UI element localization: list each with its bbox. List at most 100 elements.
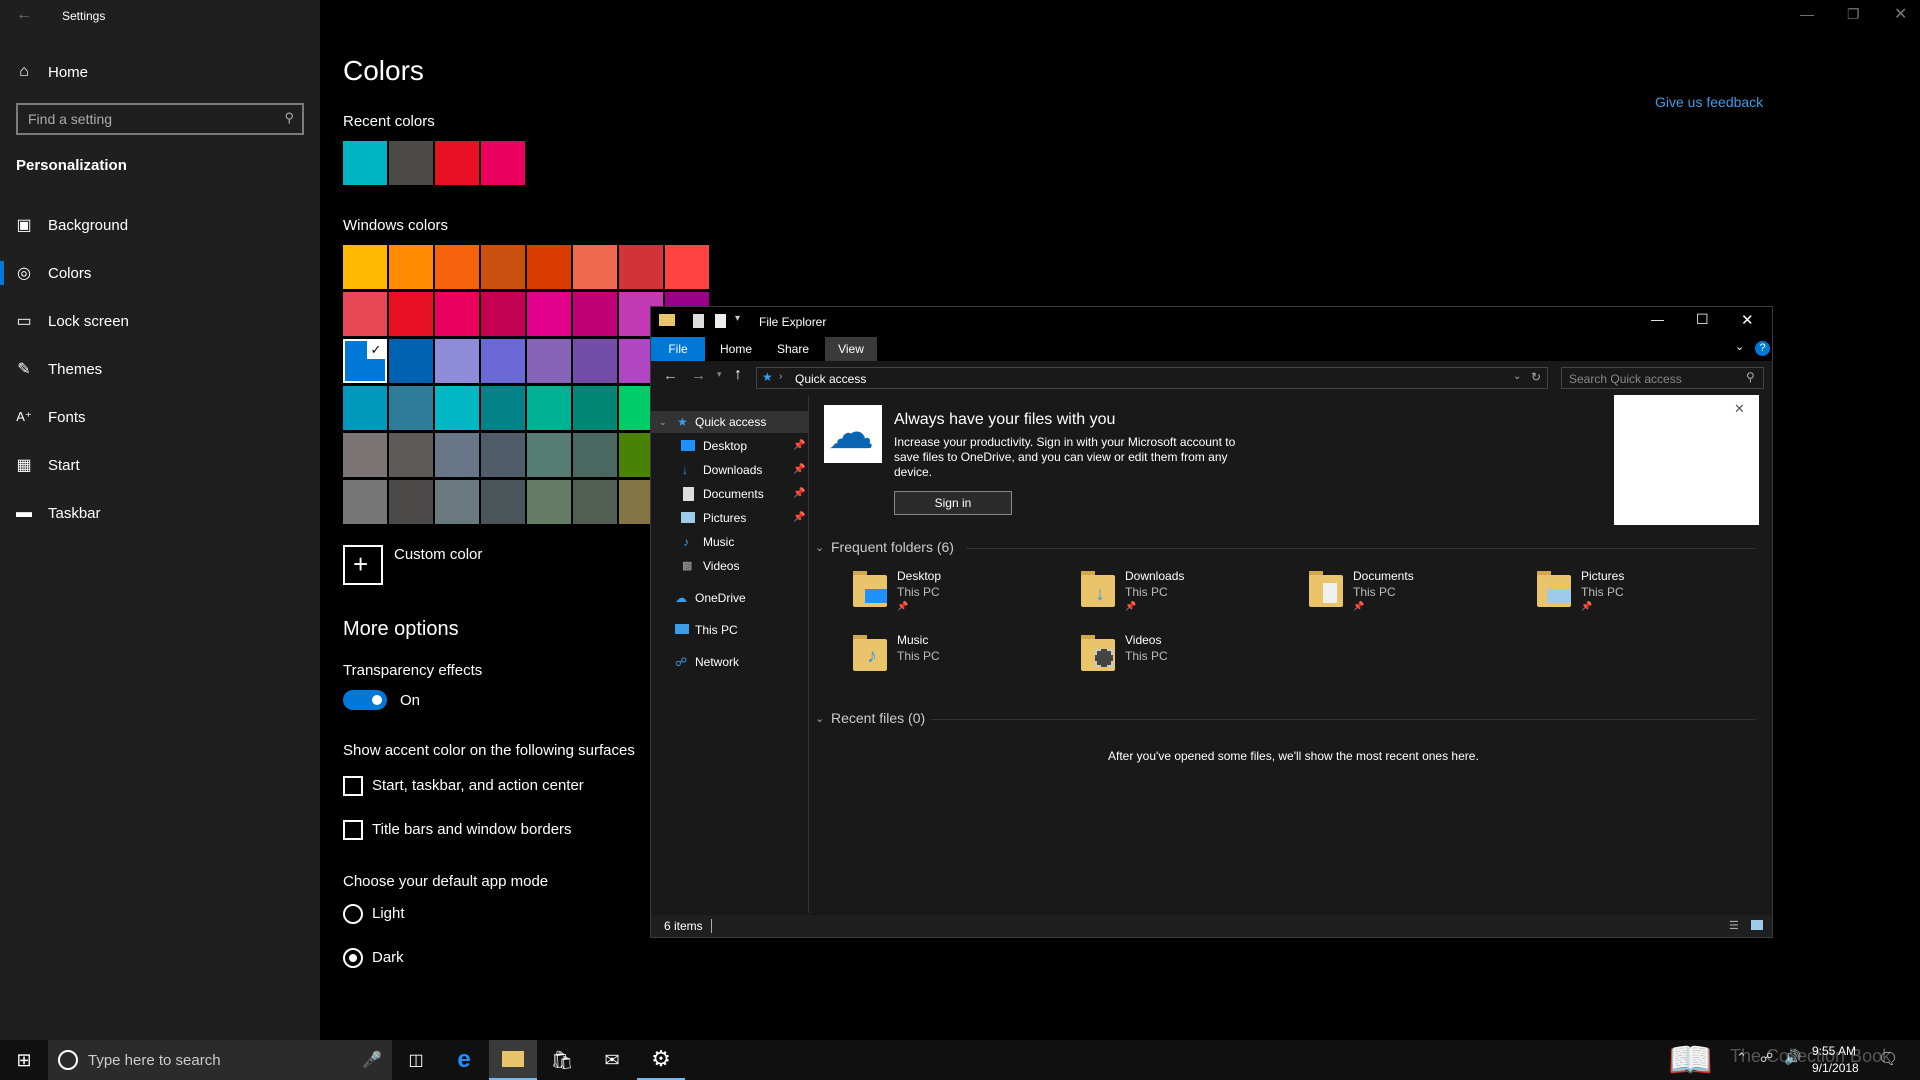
- tree-documents[interactable]: Documents 📌: [651, 483, 809, 505]
- tab-share[interactable]: Share: [765, 337, 821, 361]
- recent-color-swatch[interactable]: [435, 141, 479, 185]
- refresh-icon[interactable]: ↻: [1531, 370, 1541, 384]
- color-swatch[interactable]: [343, 245, 387, 289]
- color-swatch[interactable]: [389, 480, 433, 524]
- tree-quick-access[interactable]: ⌄ ★ Quick access: [651, 411, 809, 433]
- feedback-link[interactable]: Give us feedback: [1655, 94, 1763, 110]
- ribbon-expand-icon[interactable]: ⌄: [1735, 340, 1744, 353]
- folder-tile-desktop[interactable]: Desktop This PC 📌: [851, 569, 1071, 625]
- tree-desktop[interactable]: Desktop 📌: [651, 435, 809, 457]
- tree-network[interactable]: ☍ Network: [651, 651, 809, 673]
- color-swatch[interactable]: [527, 339, 571, 383]
- help-icon[interactable]: ?: [1755, 341, 1770, 356]
- color-swatch[interactable]: [389, 245, 433, 289]
- tree-videos[interactable]: ▩ Videos: [651, 555, 809, 577]
- address-bar[interactable]: ★ › Quick access ⌄ ↻: [756, 367, 1548, 389]
- sign-in-button[interactable]: Sign in: [894, 491, 1012, 515]
- tree-downloads[interactable]: ↓ Downloads 📌: [651, 459, 809, 481]
- folder-tile-pictures[interactable]: Pictures This PC 📌: [1535, 569, 1755, 625]
- folder-tile-music[interactable]: ♪ Music This PC: [851, 633, 1071, 689]
- color-swatch[interactable]: [481, 480, 525, 524]
- recent-locations-icon[interactable]: ▾: [717, 369, 722, 380]
- color-swatch[interactable]: [343, 292, 387, 336]
- edge-button[interactable]: e: [440, 1040, 488, 1080]
- color-swatch[interactable]: [389, 386, 433, 430]
- close-icon[interactable]: ✕: [1894, 4, 1907, 24]
- nav-start[interactable]: ▦ Start: [0, 441, 320, 489]
- radio-dark[interactable]: [343, 948, 363, 968]
- fe-minimize-icon[interactable]: —: [1651, 312, 1664, 327]
- checkbox-title-bars-label[interactable]: Title bars and window borders: [372, 821, 572, 838]
- radio-light[interactable]: [343, 904, 363, 924]
- recent-color-swatch[interactable]: [481, 141, 525, 185]
- color-swatch[interactable]: [343, 480, 387, 524]
- color-swatch[interactable]: [527, 433, 571, 477]
- tab-file[interactable]: File: [651, 337, 705, 361]
- nav-colors[interactable]: ◎ Colors: [0, 249, 320, 297]
- frequent-chevron-icon[interactable]: ⌄: [815, 541, 824, 554]
- fe-search-box[interactable]: Search Quick access ⚲: [1561, 367, 1764, 389]
- fe-close-icon[interactable]: ✕: [1741, 311, 1754, 329]
- frequent-title[interactable]: Frequent folders (6): [831, 539, 954, 555]
- tab-home[interactable]: Home: [709, 337, 763, 361]
- color-swatch[interactable]: [435, 292, 479, 336]
- recent-files-title[interactable]: Recent files (0): [831, 710, 925, 726]
- volume-icon[interactable]: 🔊: [1784, 1049, 1801, 1066]
- settings-taskbar-button[interactable]: ⚙: [637, 1040, 685, 1080]
- action-center-icon[interactable]: 🗨: [1878, 1049, 1898, 1069]
- tree-pictures[interactable]: Pictures 📌: [651, 507, 809, 529]
- nav-fonts[interactable]: A⁺ Fonts: [0, 393, 320, 441]
- color-swatch[interactable]: [527, 245, 571, 289]
- color-swatch[interactable]: [481, 339, 525, 383]
- color-swatch[interactable]: [527, 386, 571, 430]
- network-tray-icon[interactable]: ☍: [1760, 1050, 1773, 1066]
- banner-close-icon[interactable]: ✕: [1734, 401, 1745, 417]
- checkbox-start-taskbar[interactable]: [343, 776, 363, 796]
- checkbox-title-bars[interactable]: [343, 820, 363, 840]
- nav-background[interactable]: ▣ Background: [0, 201, 320, 249]
- new-folder-icon[interactable]: [715, 314, 726, 328]
- radio-light-label[interactable]: Light: [372, 905, 405, 922]
- file-explorer-taskbar-button[interactable]: [489, 1040, 537, 1080]
- color-swatch[interactable]: [481, 292, 525, 336]
- details-view-icon[interactable]: ☰: [1729, 919, 1739, 932]
- radio-dark-label[interactable]: Dark: [372, 949, 404, 966]
- color-swatch[interactable]: [435, 433, 479, 477]
- nav-themes[interactable]: ✎ Themes: [0, 345, 320, 393]
- address-dropdown-icon[interactable]: ⌄: [1513, 371, 1521, 382]
- color-swatch[interactable]: [435, 386, 479, 430]
- microphone-icon[interactable]: 🎤: [362, 1050, 382, 1070]
- color-swatch[interactable]: [573, 433, 617, 477]
- color-swatch[interactable]: [573, 480, 617, 524]
- show-hidden-icons-icon[interactable]: ⌃: [1736, 1050, 1747, 1066]
- color-swatch[interactable]: [343, 386, 387, 430]
- color-swatch[interactable]: [573, 386, 617, 430]
- color-swatch[interactable]: [665, 245, 709, 289]
- mail-button[interactable]: ✉: [588, 1040, 636, 1080]
- tree-this-pc[interactable]: This PC: [651, 619, 809, 641]
- nav-lock-screen[interactable]: ▭ Lock screen: [0, 297, 320, 345]
- minimize-icon[interactable]: —: [1800, 6, 1814, 22]
- recent-color-swatch[interactable]: [389, 141, 433, 185]
- color-swatch[interactable]: [527, 480, 571, 524]
- tab-view[interactable]: View: [825, 337, 877, 361]
- transparency-toggle[interactable]: [343, 690, 387, 710]
- color-swatch[interactable]: [619, 245, 663, 289]
- custom-color-button[interactable]: +: [343, 545, 383, 585]
- nav-taskbar[interactable]: ▬ Taskbar: [0, 489, 320, 537]
- taskbar-search-box[interactable]: Type here to search 🎤: [48, 1040, 392, 1080]
- color-swatch[interactable]: ✓: [343, 339, 387, 383]
- tree-onedrive[interactable]: ☁ OneDrive: [651, 587, 809, 609]
- nav-home[interactable]: ⌂ Home: [0, 48, 320, 96]
- color-swatch[interactable]: [481, 245, 525, 289]
- color-swatch[interactable]: [389, 433, 433, 477]
- custom-color-label[interactable]: Custom color: [394, 546, 482, 563]
- color-swatch[interactable]: [389, 292, 433, 336]
- color-swatch[interactable]: [573, 292, 617, 336]
- color-swatch[interactable]: [481, 386, 525, 430]
- back-icon[interactable]: ←: [663, 367, 678, 384]
- up-icon[interactable]: ↑: [734, 366, 742, 384]
- folder-tile-downloads[interactable]: ↓ Downloads This PC 📌: [1079, 569, 1299, 625]
- customize-dropdown-icon[interactable]: ▾: [735, 313, 740, 324]
- color-swatch[interactable]: [481, 433, 525, 477]
